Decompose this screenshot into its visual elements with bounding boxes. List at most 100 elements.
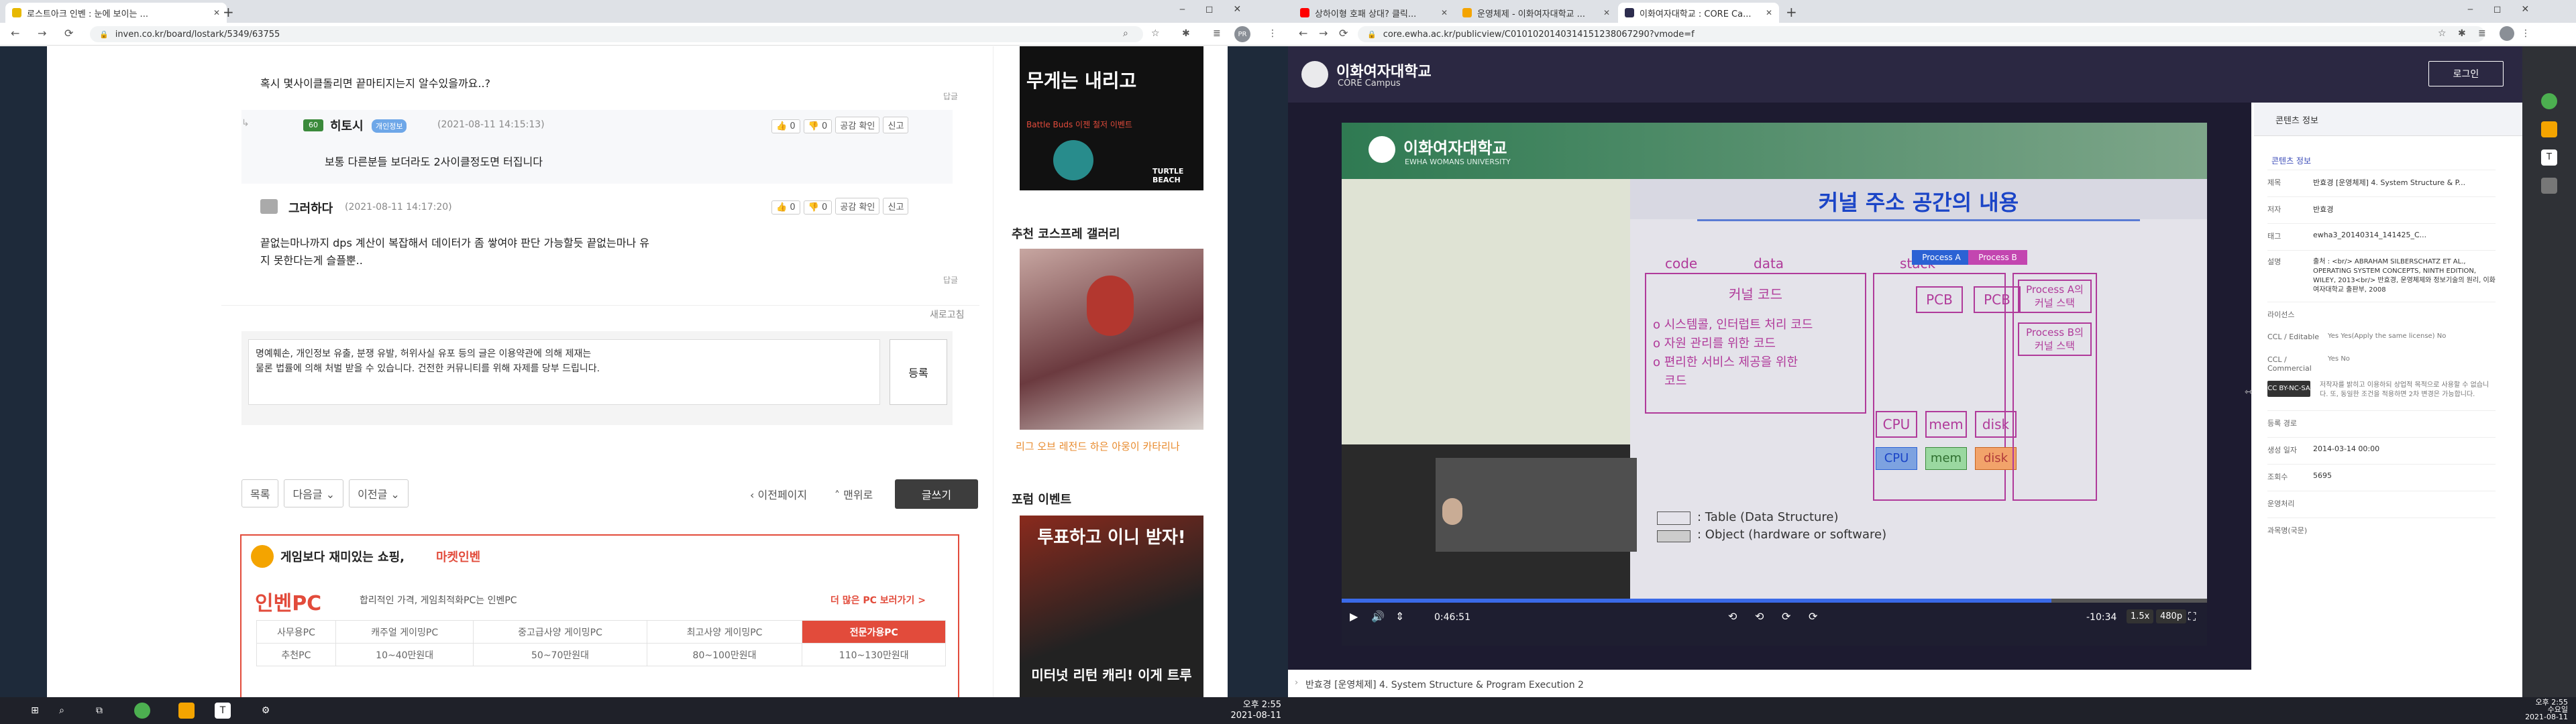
windows-start-icon[interactable]: ⊞ (27, 703, 43, 719)
text-app-icon[interactable]: T (215, 703, 231, 719)
list-button[interactable]: 목록 (241, 479, 279, 507)
close-tab-icon[interactable]: ✕ (1436, 8, 1448, 17)
reload-icon[interactable]: ⟳ (64, 27, 73, 40)
tab-youtube[interactable]: 상하이형 호패 상대? 클릭... ✕ (1293, 3, 1454, 23)
info-tab[interactable]: 콘텐츠 정보 (2275, 113, 2318, 126)
tab-inven[interactable]: 로스트아크 인벤 : 눈에 보이는 ... ✕ (5, 3, 227, 23)
back-icon[interactable]: ← (11, 27, 19, 40)
pc-col[interactable]: 캐주얼 게이밍PC (335, 620, 474, 644)
close-tab-icon[interactable]: ✕ (1760, 8, 1772, 17)
back-icon[interactable]: ← (1299, 27, 1307, 40)
pc-col-active[interactable]: 전문가용PC (802, 620, 946, 644)
upvote-button[interactable]: 👍 0 (771, 119, 800, 133)
menu-icon[interactable]: ⋮ (1268, 28, 1277, 39)
ccl-commercial-options[interactable]: Yes No (2328, 355, 2496, 373)
top-link[interactable]: ˄ 맨위로 (835, 486, 873, 502)
quality-button[interactable]: 480p (2156, 609, 2187, 623)
reply-author[interactable]: 히토시 (330, 117, 364, 134)
cosplay-caption[interactable]: 리그 오브 레전드 하은 아웅이 카타리나 (1016, 439, 1180, 453)
downvote-button[interactable]: 👎 0 (803, 200, 833, 215)
left-clock[interactable]: 오후 2:55 2021-08-11 (1221, 700, 1281, 721)
forward-icon[interactable]: → (38, 27, 46, 40)
next-post-button[interactable]: 다음글 ⌄ (284, 479, 344, 507)
forum-banner[interactable]: 투표하고 이니 받자! 미터넛 리턴 캐리! 이게 트루 (1020, 516, 1203, 697)
rewind-10-icon[interactable]: ⟲ (1755, 610, 1764, 623)
ad-banner[interactable]: 무게는 내리고 Battle Buds 이젠 철저 이벤트 TURTLE BEA… (1020, 46, 1203, 190)
report-button[interactable]: 신고 (883, 117, 909, 133)
folder-icon[interactable] (2541, 121, 2557, 137)
empathy-button[interactable]: 공감 확인 (835, 117, 880, 133)
close-tab-icon[interactable]: ✕ (1598, 8, 1610, 17)
taskbar: ⊞ ⌕ ⧉ T ⚙ 오후 2:55 2021-08-11 오후 2:55 수요일… (0, 697, 2576, 724)
comment-author[interactable]: 그러하다 (288, 199, 333, 217)
search-icon[interactable]: ⌕ (1123, 28, 1128, 39)
search-icon[interactable]: ⌕ (54, 703, 70, 719)
ccl-editable-options[interactable]: Yes Yes(Apply the same license) No (2328, 333, 2496, 347)
url-field[interactable]: 🔒 inven.co.kr/board/lostark/5349/63755 (90, 26, 1143, 42)
tab-os-course[interactable]: 운영체제 - 이화여자대학교 ... ✕ (1456, 3, 1617, 23)
write-button[interactable]: 글쓰기 (895, 479, 978, 509)
extension-icon[interactable]: ✱ (2458, 28, 2466, 39)
speed-button[interactable]: 1.5x (2127, 609, 2154, 623)
prev-page-label: 이전페이지 (757, 489, 808, 501)
file-explorer-icon[interactable] (178, 703, 195, 719)
comment-input[interactable]: 명예훼손, 개인정보 유출, 분쟁 유발, 허위사실 유포 등의 글은 이용약관… (248, 339, 880, 405)
url-field[interactable]: 🔒 core.ewha.ac.kr/publicview/C0101020140… (1358, 26, 2485, 42)
volume-icon[interactable]: 🔊 (1371, 610, 1385, 623)
reading-list-icon[interactable]: ≣ (2478, 28, 2486, 39)
ewha-logo-icon (1301, 61, 1328, 88)
more-pc-link[interactable]: 더 많은 PC 보러가기 > (830, 593, 926, 607)
window-controls[interactable]: ‒◻✕ (2467, 4, 2549, 15)
prev-post-button[interactable]: 이전글 ⌄ (349, 479, 409, 507)
submit-button[interactable]: 등록 (890, 339, 947, 405)
menu-icon[interactable]: ⋮ (2521, 28, 2530, 39)
right-clock[interactable]: 오후 2:55 수요일 2021-08-11 (2508, 699, 2568, 721)
info-row: 등록 경로 (2267, 410, 2496, 437)
reload-icon[interactable]: ⟳ (1339, 27, 1348, 40)
expand-handle-icon[interactable]: ⇿ (2245, 387, 2253, 398)
new-tab-icon[interactable]: + (223, 4, 234, 20)
login-button[interactable]: 로그인 (2428, 61, 2504, 86)
forward-icon[interactable]: → (1319, 27, 1328, 40)
forward-30-icon[interactable]: ⟳ (1809, 610, 1817, 623)
app-icon[interactable] (2541, 178, 2557, 194)
next-label: 다음글 (292, 488, 323, 501)
pc-cell: 80~100만원대 (646, 643, 803, 666)
cosplay-image[interactable] (1020, 249, 1203, 430)
volume-slider-icon[interactable]: ⇕ (1395, 610, 1404, 623)
forward-10-icon[interactable]: ⟳ (1782, 610, 1790, 623)
downvote-button[interactable]: 👎 0 (803, 119, 833, 133)
report-button[interactable]: 신고 (883, 198, 909, 215)
prev-page-link[interactable]: ‹ 이전페이지 (750, 486, 807, 502)
task-view-icon[interactable]: ⧉ (91, 703, 107, 719)
profile-avatar[interactable]: PR (1234, 26, 1250, 42)
fullscreen-icon[interactable]: ⛶ (2188, 610, 2196, 623)
reply-link[interactable]: 답글 (943, 90, 958, 102)
tab-core-campus[interactable]: 이화여자대학교 : CORE Ca... ✕ (1618, 3, 1779, 23)
chrome-icon[interactable] (2541, 93, 2557, 109)
upvote-button[interactable]: 👍 0 (771, 200, 800, 215)
rewind-30-icon[interactable]: ⟲ (1728, 610, 1737, 623)
reading-list-icon[interactable]: ≣ (1213, 28, 1221, 39)
chrome-icon[interactable] (134, 703, 150, 719)
text-app-icon[interactable]: T (2541, 149, 2557, 166)
star-icon[interactable]: ☆ (2438, 28, 2447, 39)
empathy-button[interactable]: 공감 확인 (835, 198, 880, 215)
reply-link[interactable]: 답글 (943, 274, 958, 286)
close-tab-icon[interactable]: ✕ (208, 8, 220, 17)
pc-col[interactable]: 최고사양 게이밍PC (646, 620, 803, 644)
new-tab-icon[interactable]: + (1786, 4, 1797, 20)
window-controls[interactable]: ‒◻✕ (1179, 4, 1261, 15)
app-icon[interactable]: ⚙ (258, 703, 274, 719)
progress-bar[interactable] (1342, 599, 2207, 603)
star-icon[interactable]: ☆ (1151, 28, 1160, 39)
extension-icon[interactable]: ✱ (1182, 28, 1190, 39)
play-icon[interactable]: ▶ (1350, 610, 1358, 623)
shop-banner[interactable]: 게임보다 재미있는 쇼핑, 마켓인벤 인벤PC 합리적인 가격, 게임최적화PC… (240, 534, 959, 697)
thumb-down-icon: 👎 (808, 202, 819, 213)
video-player[interactable]: 이화여자대학교 EWHA WOMANS UNIVERSITY 커널 주소 공간의… (1342, 123, 2207, 646)
pc-col[interactable]: 사무용PC (256, 620, 336, 644)
profile-avatar-icon[interactable] (2500, 26, 2514, 41)
refresh-link[interactable]: 새로고침 (930, 308, 965, 321)
pc-col[interactable]: 중고급사양 게이밍PC (473, 620, 647, 644)
